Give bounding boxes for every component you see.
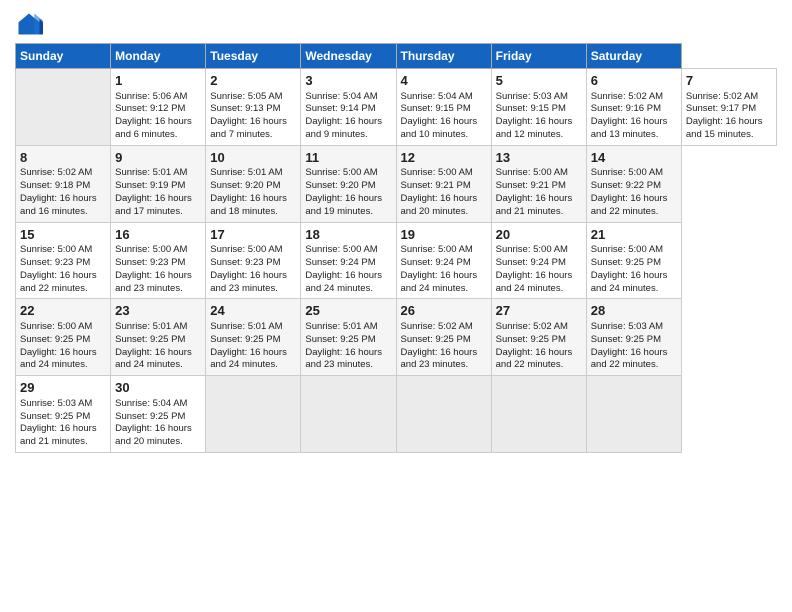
- day-number: 11: [305, 149, 391, 167]
- calendar-cell: [396, 376, 491, 453]
- calendar-cell: [16, 69, 111, 146]
- day-number: 28: [591, 302, 677, 320]
- calendar-cell: 14Sunrise: 5:00 AMSunset: 9:22 PMDayligh…: [586, 145, 681, 222]
- calendar-cell: 15Sunrise: 5:00 AMSunset: 9:23 PMDayligh…: [16, 222, 111, 299]
- day-number: 12: [401, 149, 487, 167]
- logo-icon: [15, 10, 43, 38]
- calendar-cell: 7Sunrise: 5:02 AMSunset: 9:17 PMDaylight…: [681, 69, 776, 146]
- calendar-cell: 19Sunrise: 5:00 AMSunset: 9:24 PMDayligh…: [396, 222, 491, 299]
- calendar-cell: 11Sunrise: 5:00 AMSunset: 9:20 PMDayligh…: [301, 145, 396, 222]
- calendar-cell: [206, 376, 301, 453]
- week-row-4: 22Sunrise: 5:00 AMSunset: 9:25 PMDayligh…: [16, 299, 777, 376]
- week-row-3: 15Sunrise: 5:00 AMSunset: 9:23 PMDayligh…: [16, 222, 777, 299]
- day-number: 3: [305, 72, 391, 90]
- calendar-cell: [301, 376, 396, 453]
- day-number: 8: [20, 149, 106, 167]
- day-number: 9: [115, 149, 201, 167]
- col-header-wednesday: Wednesday: [301, 44, 396, 69]
- day-number: 17: [210, 226, 296, 244]
- calendar-table: SundayMondayTuesdayWednesdayThursdayFrid…: [15, 43, 777, 453]
- calendar-cell: 22Sunrise: 5:00 AMSunset: 9:25 PMDayligh…: [16, 299, 111, 376]
- page-container: SundayMondayTuesdayWednesdayThursdayFrid…: [0, 0, 792, 463]
- day-number: 2: [210, 72, 296, 90]
- day-number: 16: [115, 226, 201, 244]
- day-number: 6: [591, 72, 677, 90]
- calendar-cell: 16Sunrise: 5:00 AMSunset: 9:23 PMDayligh…: [111, 222, 206, 299]
- day-number: 25: [305, 302, 391, 320]
- calendar-cell: 2Sunrise: 5:05 AMSunset: 9:13 PMDaylight…: [206, 69, 301, 146]
- calendar-cell: 27Sunrise: 5:02 AMSunset: 9:25 PMDayligh…: [491, 299, 586, 376]
- day-number: 1: [115, 72, 201, 90]
- calendar-cell: 8Sunrise: 5:02 AMSunset: 9:18 PMDaylight…: [16, 145, 111, 222]
- col-header-monday: Monday: [111, 44, 206, 69]
- calendar-cell: 6Sunrise: 5:02 AMSunset: 9:16 PMDaylight…: [586, 69, 681, 146]
- day-number: 14: [591, 149, 677, 167]
- day-number: 19: [401, 226, 487, 244]
- day-number: 10: [210, 149, 296, 167]
- calendar-cell: 10Sunrise: 5:01 AMSunset: 9:20 PMDayligh…: [206, 145, 301, 222]
- calendar-cell: 13Sunrise: 5:00 AMSunset: 9:21 PMDayligh…: [491, 145, 586, 222]
- day-number: 4: [401, 72, 487, 90]
- calendar-cell: 9Sunrise: 5:01 AMSunset: 9:19 PMDaylight…: [111, 145, 206, 222]
- calendar-cell: 1Sunrise: 5:06 AMSunset: 9:12 PMDaylight…: [111, 69, 206, 146]
- calendar-cell: 29Sunrise: 5:03 AMSunset: 9:25 PMDayligh…: [16, 376, 111, 453]
- day-number: 21: [591, 226, 677, 244]
- calendar-cell: 26Sunrise: 5:02 AMSunset: 9:25 PMDayligh…: [396, 299, 491, 376]
- calendar-cell: 25Sunrise: 5:01 AMSunset: 9:25 PMDayligh…: [301, 299, 396, 376]
- day-number: 15: [20, 226, 106, 244]
- day-number: 5: [496, 72, 582, 90]
- calendar-cell: 5Sunrise: 5:03 AMSunset: 9:15 PMDaylight…: [491, 69, 586, 146]
- day-number: 30: [115, 379, 201, 397]
- calendar-cell: [491, 376, 586, 453]
- day-number: 29: [20, 379, 106, 397]
- calendar-cell: 24Sunrise: 5:01 AMSunset: 9:25 PMDayligh…: [206, 299, 301, 376]
- week-row-1: 1Sunrise: 5:06 AMSunset: 9:12 PMDaylight…: [16, 69, 777, 146]
- calendar-cell: 3Sunrise: 5:04 AMSunset: 9:14 PMDaylight…: [301, 69, 396, 146]
- calendar-cell: 30Sunrise: 5:04 AMSunset: 9:25 PMDayligh…: [111, 376, 206, 453]
- calendar-cell: [586, 376, 681, 453]
- week-row-2: 8Sunrise: 5:02 AMSunset: 9:18 PMDaylight…: [16, 145, 777, 222]
- col-header-friday: Friday: [491, 44, 586, 69]
- calendar-cell: 21Sunrise: 5:00 AMSunset: 9:25 PMDayligh…: [586, 222, 681, 299]
- logo: [15, 10, 47, 38]
- day-number: 22: [20, 302, 106, 320]
- day-number: 24: [210, 302, 296, 320]
- header: [15, 10, 777, 38]
- day-number: 7: [686, 72, 772, 90]
- week-row-5: 29Sunrise: 5:03 AMSunset: 9:25 PMDayligh…: [16, 376, 777, 453]
- col-header-thursday: Thursday: [396, 44, 491, 69]
- calendar-cell: 20Sunrise: 5:00 AMSunset: 9:24 PMDayligh…: [491, 222, 586, 299]
- col-header-sunday: Sunday: [16, 44, 111, 69]
- day-number: 23: [115, 302, 201, 320]
- day-number: 27: [496, 302, 582, 320]
- col-header-tuesday: Tuesday: [206, 44, 301, 69]
- calendar-cell: 17Sunrise: 5:00 AMSunset: 9:23 PMDayligh…: [206, 222, 301, 299]
- calendar-cell: 18Sunrise: 5:00 AMSunset: 9:24 PMDayligh…: [301, 222, 396, 299]
- calendar-cell: 23Sunrise: 5:01 AMSunset: 9:25 PMDayligh…: [111, 299, 206, 376]
- calendar-cell: 28Sunrise: 5:03 AMSunset: 9:25 PMDayligh…: [586, 299, 681, 376]
- calendar-cell: 4Sunrise: 5:04 AMSunset: 9:15 PMDaylight…: [396, 69, 491, 146]
- col-header-saturday: Saturday: [586, 44, 681, 69]
- calendar-cell: 12Sunrise: 5:00 AMSunset: 9:21 PMDayligh…: [396, 145, 491, 222]
- day-number: 18: [305, 226, 391, 244]
- day-number: 13: [496, 149, 582, 167]
- day-number: 20: [496, 226, 582, 244]
- day-number: 26: [401, 302, 487, 320]
